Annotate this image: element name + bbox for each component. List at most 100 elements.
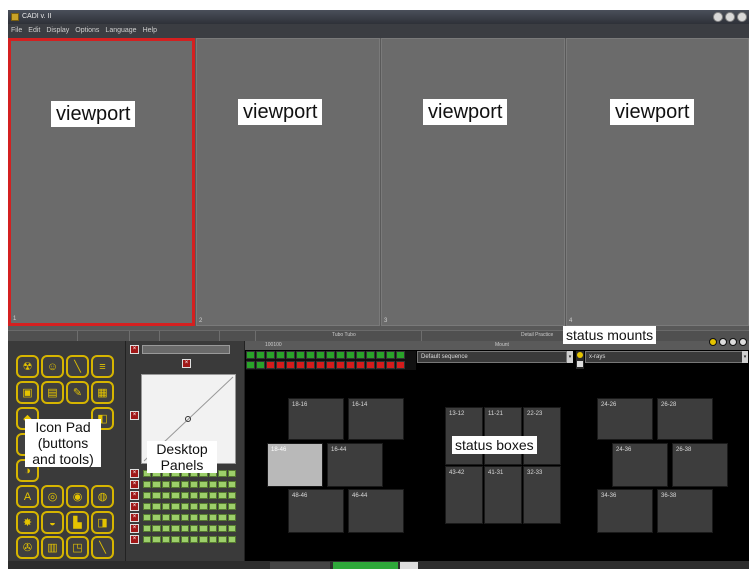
mount-grid-cell[interactable]	[286, 361, 295, 369]
mount-grid-cell[interactable]	[246, 351, 255, 359]
status-box[interactable]: 16-14	[348, 398, 404, 440]
sequence-dropdown[interactable]: Default sequence	[417, 351, 567, 363]
desktop-row[interactable]: ×	[130, 480, 240, 489]
histogram-icon[interactable]: ▙	[66, 511, 89, 534]
menu-help[interactable]: Help	[143, 24, 157, 38]
mount-grid-cell[interactable]	[396, 361, 405, 369]
mount-grid-cell[interactable]	[376, 351, 385, 359]
export-icon[interactable]: ◳	[66, 536, 89, 559]
mount-grid-cell[interactable]	[296, 361, 305, 369]
status-box[interactable]: 46-44	[348, 489, 404, 533]
bottom-tab-active[interactable]	[333, 562, 398, 569]
mount-grid-cell[interactable]	[276, 361, 285, 369]
mount-grid-cell[interactable]	[326, 351, 335, 359]
maximize-button[interactable]	[725, 12, 735, 22]
mount-grid-cell[interactable]	[386, 361, 395, 369]
desktop-row[interactable]: ×	[130, 513, 240, 522]
mount-grid-cell[interactable]	[386, 351, 395, 359]
mount-grid-cell[interactable]	[266, 351, 275, 359]
mount-grid-cell[interactable]	[286, 351, 295, 359]
mount-grid-strip[interactable]	[246, 351, 416, 370]
mount-grid-cell[interactable]	[356, 361, 365, 369]
menu-display[interactable]: Display	[46, 24, 69, 38]
close-panel-icon[interactable]: ×	[130, 345, 139, 354]
mount-grid-cell[interactable]	[266, 361, 275, 369]
status-box[interactable]: 43-42	[445, 466, 483, 524]
mount-grid-cell[interactable]	[306, 351, 315, 359]
close-panel-icon[interactable]: ×	[182, 359, 191, 368]
tool-icon[interactable]: ◉	[66, 485, 89, 508]
status-box[interactable]: 16-44	[327, 443, 383, 487]
sequence-dropdown-arrow[interactable]: ▾	[567, 351, 573, 363]
mount-grid-cell[interactable]	[346, 351, 355, 359]
mount-grid-cell[interactable]	[246, 361, 255, 369]
desktop-field[interactable]	[142, 345, 230, 354]
tool-icon[interactable]: ◍	[91, 485, 114, 508]
status-box[interactable]: 26-28	[657, 398, 713, 440]
mount-grid-cell[interactable]	[306, 361, 315, 369]
status-box[interactable]: 24-26	[597, 398, 653, 440]
viewport-3[interactable]: viewport 3	[381, 38, 565, 326]
close-panel-icon[interactable]: ×	[130, 411, 139, 420]
face-icon[interactable]: ☺	[41, 355, 64, 378]
menu-options[interactable]: Options	[75, 24, 99, 38]
xray-dropdown[interactable]: x-rays	[585, 351, 743, 363]
mount-grid-cell[interactable]	[376, 361, 385, 369]
desktop-row[interactable]: ×	[130, 491, 240, 500]
gray-circle-icon[interactable]	[719, 338, 727, 346]
viewport-4[interactable]: viewport 4	[566, 38, 749, 326]
desktop-row[interactable]: ×	[130, 535, 240, 544]
mount-grid-cell[interactable]	[326, 361, 335, 369]
sun-icon[interactable]: ✸	[16, 511, 39, 534]
status-box[interactable]: 32-33	[523, 466, 561, 524]
viewport-1[interactable]: viewport 1	[8, 38, 195, 326]
menu-file[interactable]: File	[11, 24, 22, 38]
mount-grid-cell[interactable]	[346, 361, 355, 369]
mount-grid-cell[interactable]	[336, 361, 345, 369]
menu-language[interactable]: Language	[105, 24, 136, 38]
camera-icon[interactable]: ✇	[16, 536, 39, 559]
close-button[interactable]	[737, 12, 747, 22]
mount-grid-cell[interactable]	[366, 361, 375, 369]
mount-grid-cell[interactable]	[256, 361, 265, 369]
bottom-tab[interactable]	[400, 562, 418, 569]
desktop-row[interactable]: ×	[130, 524, 240, 533]
close-row-icon[interactable]: ×	[130, 491, 139, 500]
mount-grid-cell[interactable]	[356, 351, 365, 359]
radiation-icon[interactable]: ☢	[16, 355, 39, 378]
status-box[interactable]: 48-46	[288, 489, 344, 533]
status-box[interactable]: 18-46	[267, 443, 323, 487]
status-box[interactable]: 34-36	[597, 489, 653, 533]
menu-edit[interactable]: Edit	[28, 24, 40, 38]
pen-icon[interactable]: ╲	[91, 536, 114, 559]
mount-grid-cell[interactable]	[316, 351, 325, 359]
close-row-icon[interactable]: ×	[130, 524, 139, 533]
xray-dropdown-arrow[interactable]: ▾	[742, 351, 748, 363]
desktop-row[interactable]: ×	[130, 502, 240, 511]
status-box[interactable]: 36-38	[657, 489, 713, 533]
mount-grid-cell[interactable]	[316, 361, 325, 369]
status-box[interactable]: 18-16	[288, 398, 344, 440]
status-box[interactable]: 26-38	[672, 443, 728, 487]
auto-icon[interactable]: A	[16, 485, 39, 508]
gray-circle-icon[interactable]	[729, 338, 737, 346]
minimize-button[interactable]	[713, 12, 723, 22]
status-box[interactable]: 24-36	[612, 443, 668, 487]
status-box[interactable]: 41-31	[484, 466, 522, 524]
pen-icon[interactable]: ╲	[66, 355, 89, 378]
measure-icon[interactable]: ≡	[91, 355, 114, 378]
viewport-2[interactable]: viewport 2	[196, 38, 380, 326]
close-row-icon[interactable]: ×	[130, 535, 139, 544]
mount-grid-cell[interactable]	[366, 351, 375, 359]
mount-grid-cell[interactable]	[336, 351, 345, 359]
close-row-icon[interactable]: ×	[130, 502, 139, 511]
close-row-icon[interactable]: ×	[130, 480, 139, 489]
folder-icon[interactable]: ▣	[16, 381, 39, 404]
mount-control[interactable]	[576, 351, 584, 369]
mount-grid-cell[interactable]	[256, 351, 265, 359]
yellow-circle-icon[interactable]	[709, 338, 717, 346]
edit-icon[interactable]: ✎	[66, 381, 89, 404]
filter-icon[interactable]	[739, 338, 747, 346]
mount-grid-cell[interactable]	[296, 351, 305, 359]
trash-icon[interactable]: ▥	[41, 536, 64, 559]
